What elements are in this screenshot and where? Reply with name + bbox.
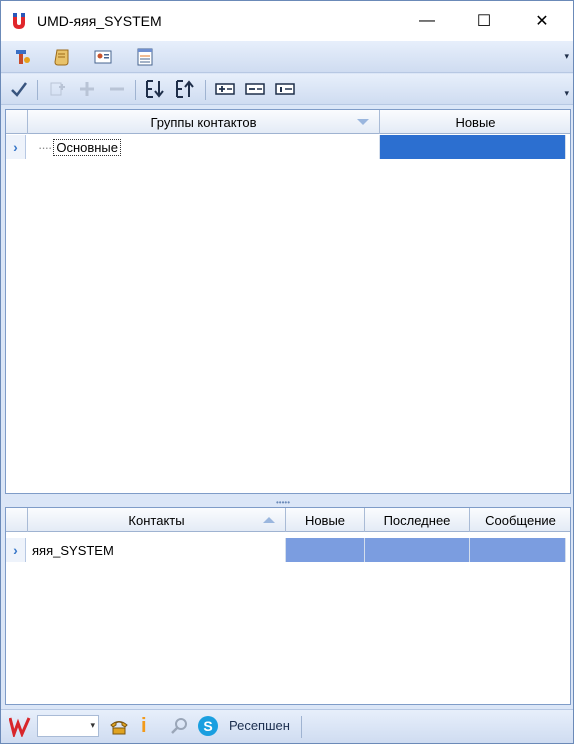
column-header-label: Группы контактов xyxy=(150,114,257,130)
contact-card-icon xyxy=(94,50,112,64)
sort-ascending-button[interactable] xyxy=(173,77,197,101)
toolbar1-overflow-icon[interactable]: ▾ xyxy=(564,51,569,62)
remove-button[interactable] xyxy=(105,77,129,101)
report-table-icon xyxy=(137,48,153,66)
check-button[interactable] xyxy=(7,77,31,101)
column-header-label: Последнее xyxy=(383,512,451,528)
settings-tools-icon xyxy=(16,50,30,64)
report-table-button[interactable] xyxy=(133,45,157,69)
toolbar2-overflow-icon[interactable]: ▾ xyxy=(564,88,569,99)
add-button[interactable] xyxy=(75,77,99,101)
info-button[interactable] xyxy=(273,77,297,101)
title-bar[interactable]: UMD-яяя_SYSTEM — ☐ ✕ xyxy=(1,1,573,41)
scroll-document-button[interactable] xyxy=(51,45,75,69)
minus-icon xyxy=(110,87,124,91)
contact-card-button[interactable] xyxy=(91,45,115,69)
minimize-button[interactable]: — xyxy=(404,1,450,41)
settings-tools-button[interactable] xyxy=(11,45,35,69)
splitter-grip-icon: ••••• xyxy=(276,498,291,507)
contact-new-cell[interactable] xyxy=(286,538,365,562)
telephone-icon[interactable] xyxy=(109,717,129,740)
sort-descending-button[interactable] xyxy=(143,77,167,101)
search-svg xyxy=(171,718,187,734)
column-header-last[interactable]: Последнее xyxy=(365,508,470,532)
minimize-icon: — xyxy=(419,12,435,29)
group-name-cell[interactable]: ···· Основные xyxy=(28,135,380,159)
column-header-new[interactable]: Новые xyxy=(380,110,570,134)
w-logo-icon[interactable] xyxy=(8,715,31,740)
groups-grid: Группы контактов Новые › ···· Основные xyxy=(5,109,571,494)
row-indicator-icon: › xyxy=(6,135,26,159)
w-logo-svg xyxy=(8,717,31,740)
window-title: UMD-яяя_SYSTEM xyxy=(37,13,162,29)
skype-icon[interactable]: S xyxy=(197,715,219,740)
group-new-cell[interactable] xyxy=(380,135,566,159)
column-header-new[interactable]: Новые xyxy=(286,508,365,532)
add-group-button[interactable] xyxy=(45,77,69,101)
maximize-icon: ☐ xyxy=(476,13,492,30)
app-window: UMD-яяя_SYSTEM — ☐ ✕ ▾ ▾ Группы контакто… xyxy=(0,0,574,744)
column-header-label: Контакты xyxy=(128,512,185,528)
column-header-label: Новые xyxy=(304,512,346,528)
toolbar-separator xyxy=(37,80,38,100)
groups-grid-header: Группы контактов Новые xyxy=(6,110,570,134)
sort-desc-icon xyxy=(357,119,369,125)
contact-last-cell[interactable] xyxy=(365,538,470,562)
group-name: Основные xyxy=(53,138,122,156)
header-indicator-cell xyxy=(6,110,28,134)
sort-descending-icon xyxy=(146,80,164,98)
scroll-document-icon xyxy=(54,49,69,66)
column-header-label: Новые xyxy=(455,114,496,130)
collapse-all-icon xyxy=(245,83,265,95)
column-header-contacts[interactable]: Контакты xyxy=(28,508,286,532)
plus-icon xyxy=(80,82,94,96)
toolbar-separator xyxy=(205,80,206,100)
column-header-groups[interactable]: Группы контактов xyxy=(28,110,380,134)
close-button[interactable]: ✕ xyxy=(519,1,565,41)
panel-splitter[interactable]: ••••• xyxy=(1,496,573,507)
grid-toolbar: ▾ xyxy=(1,74,573,105)
contacts-grid: Контакты Новые Последнее Сообщение › яяя… xyxy=(5,507,571,705)
sort-ascending-icon xyxy=(176,80,194,98)
search-icon[interactable] xyxy=(169,716,189,739)
skype-svg: S xyxy=(198,716,218,736)
chevron-down-icon[interactable]: ▾ xyxy=(90,720,95,731)
info-icon xyxy=(275,83,295,95)
status-bar: ▾ i S Ресепшен xyxy=(1,709,573,743)
main-toolbar: ▾ xyxy=(1,41,573,73)
collapse-all-button[interactable] xyxy=(243,77,267,101)
status-separator xyxy=(301,716,302,738)
column-header-label: Сообщение xyxy=(485,512,556,528)
telephone-svg xyxy=(110,721,128,735)
expand-all-button[interactable] xyxy=(213,77,237,101)
maximize-button[interactable]: ☐ xyxy=(461,1,507,41)
info-i-icon[interactable]: i xyxy=(141,715,147,738)
header-indicator-cell xyxy=(6,508,28,532)
contact-message-cell[interactable] xyxy=(470,538,566,562)
toolbar-separator xyxy=(135,80,136,100)
contact-name: яяя_SYSTEM xyxy=(32,542,114,558)
table-row[interactable]: › яяя_SYSTEM xyxy=(6,538,570,562)
expand-all-icon xyxy=(215,83,235,95)
contacts-grid-header: Контакты Новые Последнее Сообщение xyxy=(6,508,570,532)
table-row[interactable]: › ···· Основные xyxy=(6,135,570,159)
app-logo-icon xyxy=(13,13,25,29)
close-icon: ✕ xyxy=(535,13,549,30)
tree-connector-icon: ···· xyxy=(38,139,52,155)
status-combo[interactable]: ▾ xyxy=(37,715,99,737)
sort-asc-icon xyxy=(263,517,275,523)
status-label: Ресепшен xyxy=(229,718,290,733)
row-indicator-icon: › xyxy=(6,538,26,562)
check-icon xyxy=(11,82,27,97)
contact-name-cell[interactable]: яяя_SYSTEM xyxy=(28,538,286,562)
add-group-icon xyxy=(50,82,65,96)
svg-text:S: S xyxy=(203,718,212,734)
column-header-message[interactable]: Сообщение xyxy=(470,508,570,532)
